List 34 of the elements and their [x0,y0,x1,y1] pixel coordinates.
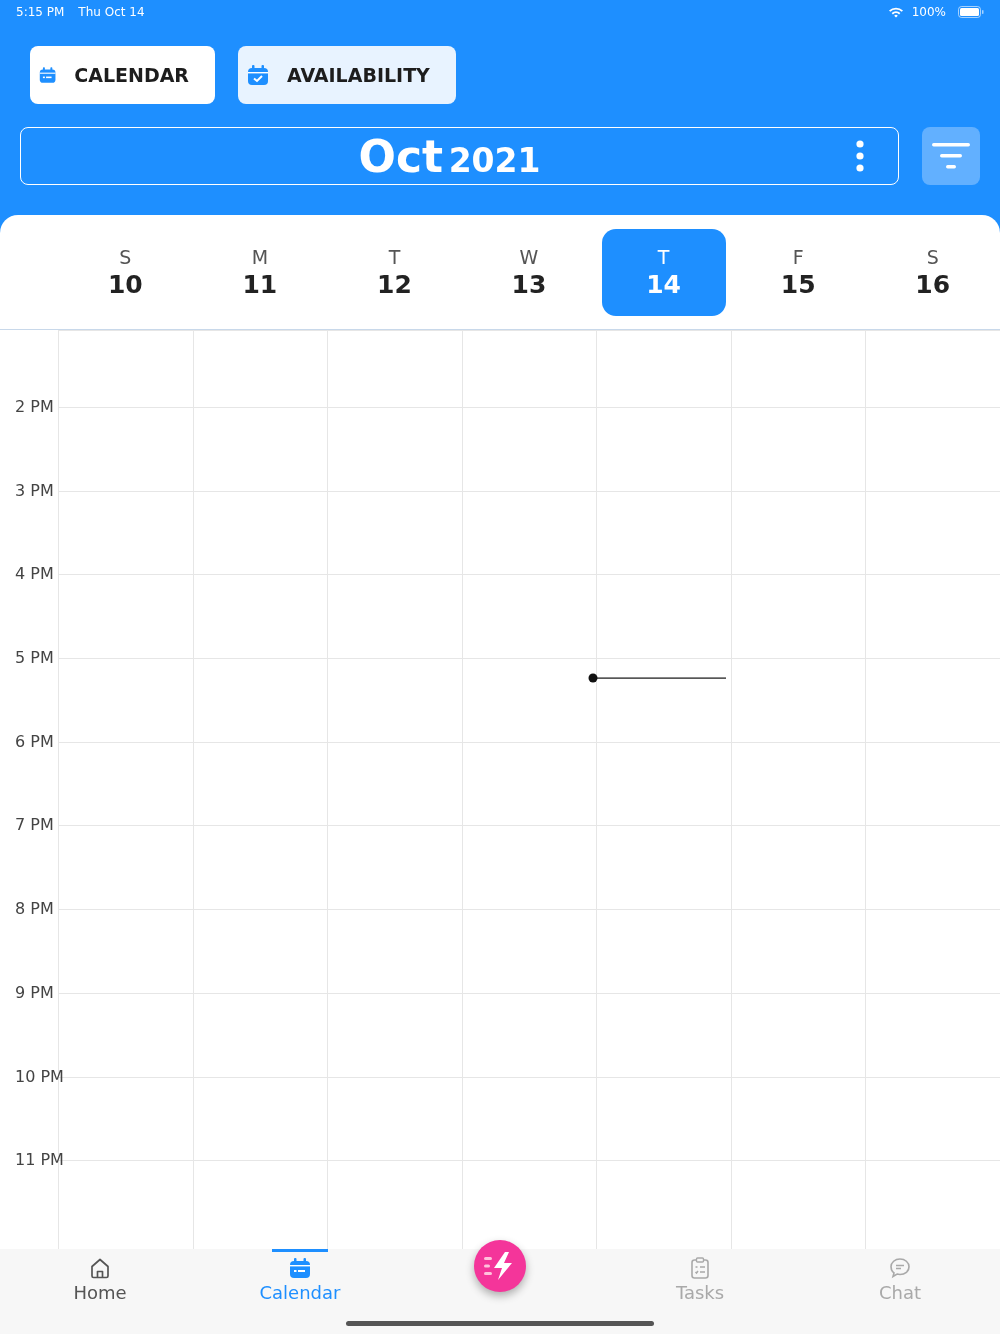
clipboard-icon [689,1257,711,1279]
calendar-icon [289,1257,311,1279]
hour-label: 10 PM [15,1066,64,1086]
wifi-icon [887,6,904,18]
calendar-icon [39,64,57,86]
filter-button[interactable] [922,127,980,185]
day-tab[interactable]: S 10 [63,229,188,316]
day-tab[interactable]: S 16 [870,229,995,316]
battery-icon [958,6,984,18]
filter-icon [932,141,970,171]
day-tab[interactable]: W 13 [467,229,591,316]
hour-label: 6 PM [15,731,54,751]
home-tab[interactable]: Home [0,1249,200,1334]
hour-label: 8 PM [15,899,54,919]
day-tab[interactable]: T 12 [332,229,457,316]
hour-label: 9 PM [15,982,54,1002]
hour-label: 11 PM [15,1150,64,1170]
chat-icon [889,1257,911,1279]
hour-label: 4 PM [15,564,54,584]
hour-label: 7 PM [15,815,54,835]
quick-action-button[interactable] [474,1240,526,1292]
battery-percent: 100% [911,5,946,19]
more-icon[interactable] [856,140,864,172]
day-tab[interactable]: F 15 [736,229,861,316]
availability-view-button[interactable]: AVAILABILITY [238,46,456,104]
status-time: 5:15 PM [16,5,65,19]
calendar-check-icon [247,64,269,86]
hour-label: 5 PM [15,648,54,668]
calendar-view-button[interactable]: CALENDAR [30,46,215,104]
day-tab[interactable]: M 11 [197,229,322,316]
hour-label: 2 PM [15,397,54,416]
hour-label: 3 PM [15,480,54,500]
home-icon [89,1257,111,1279]
status-date: Thu Oct 14 [78,5,145,19]
